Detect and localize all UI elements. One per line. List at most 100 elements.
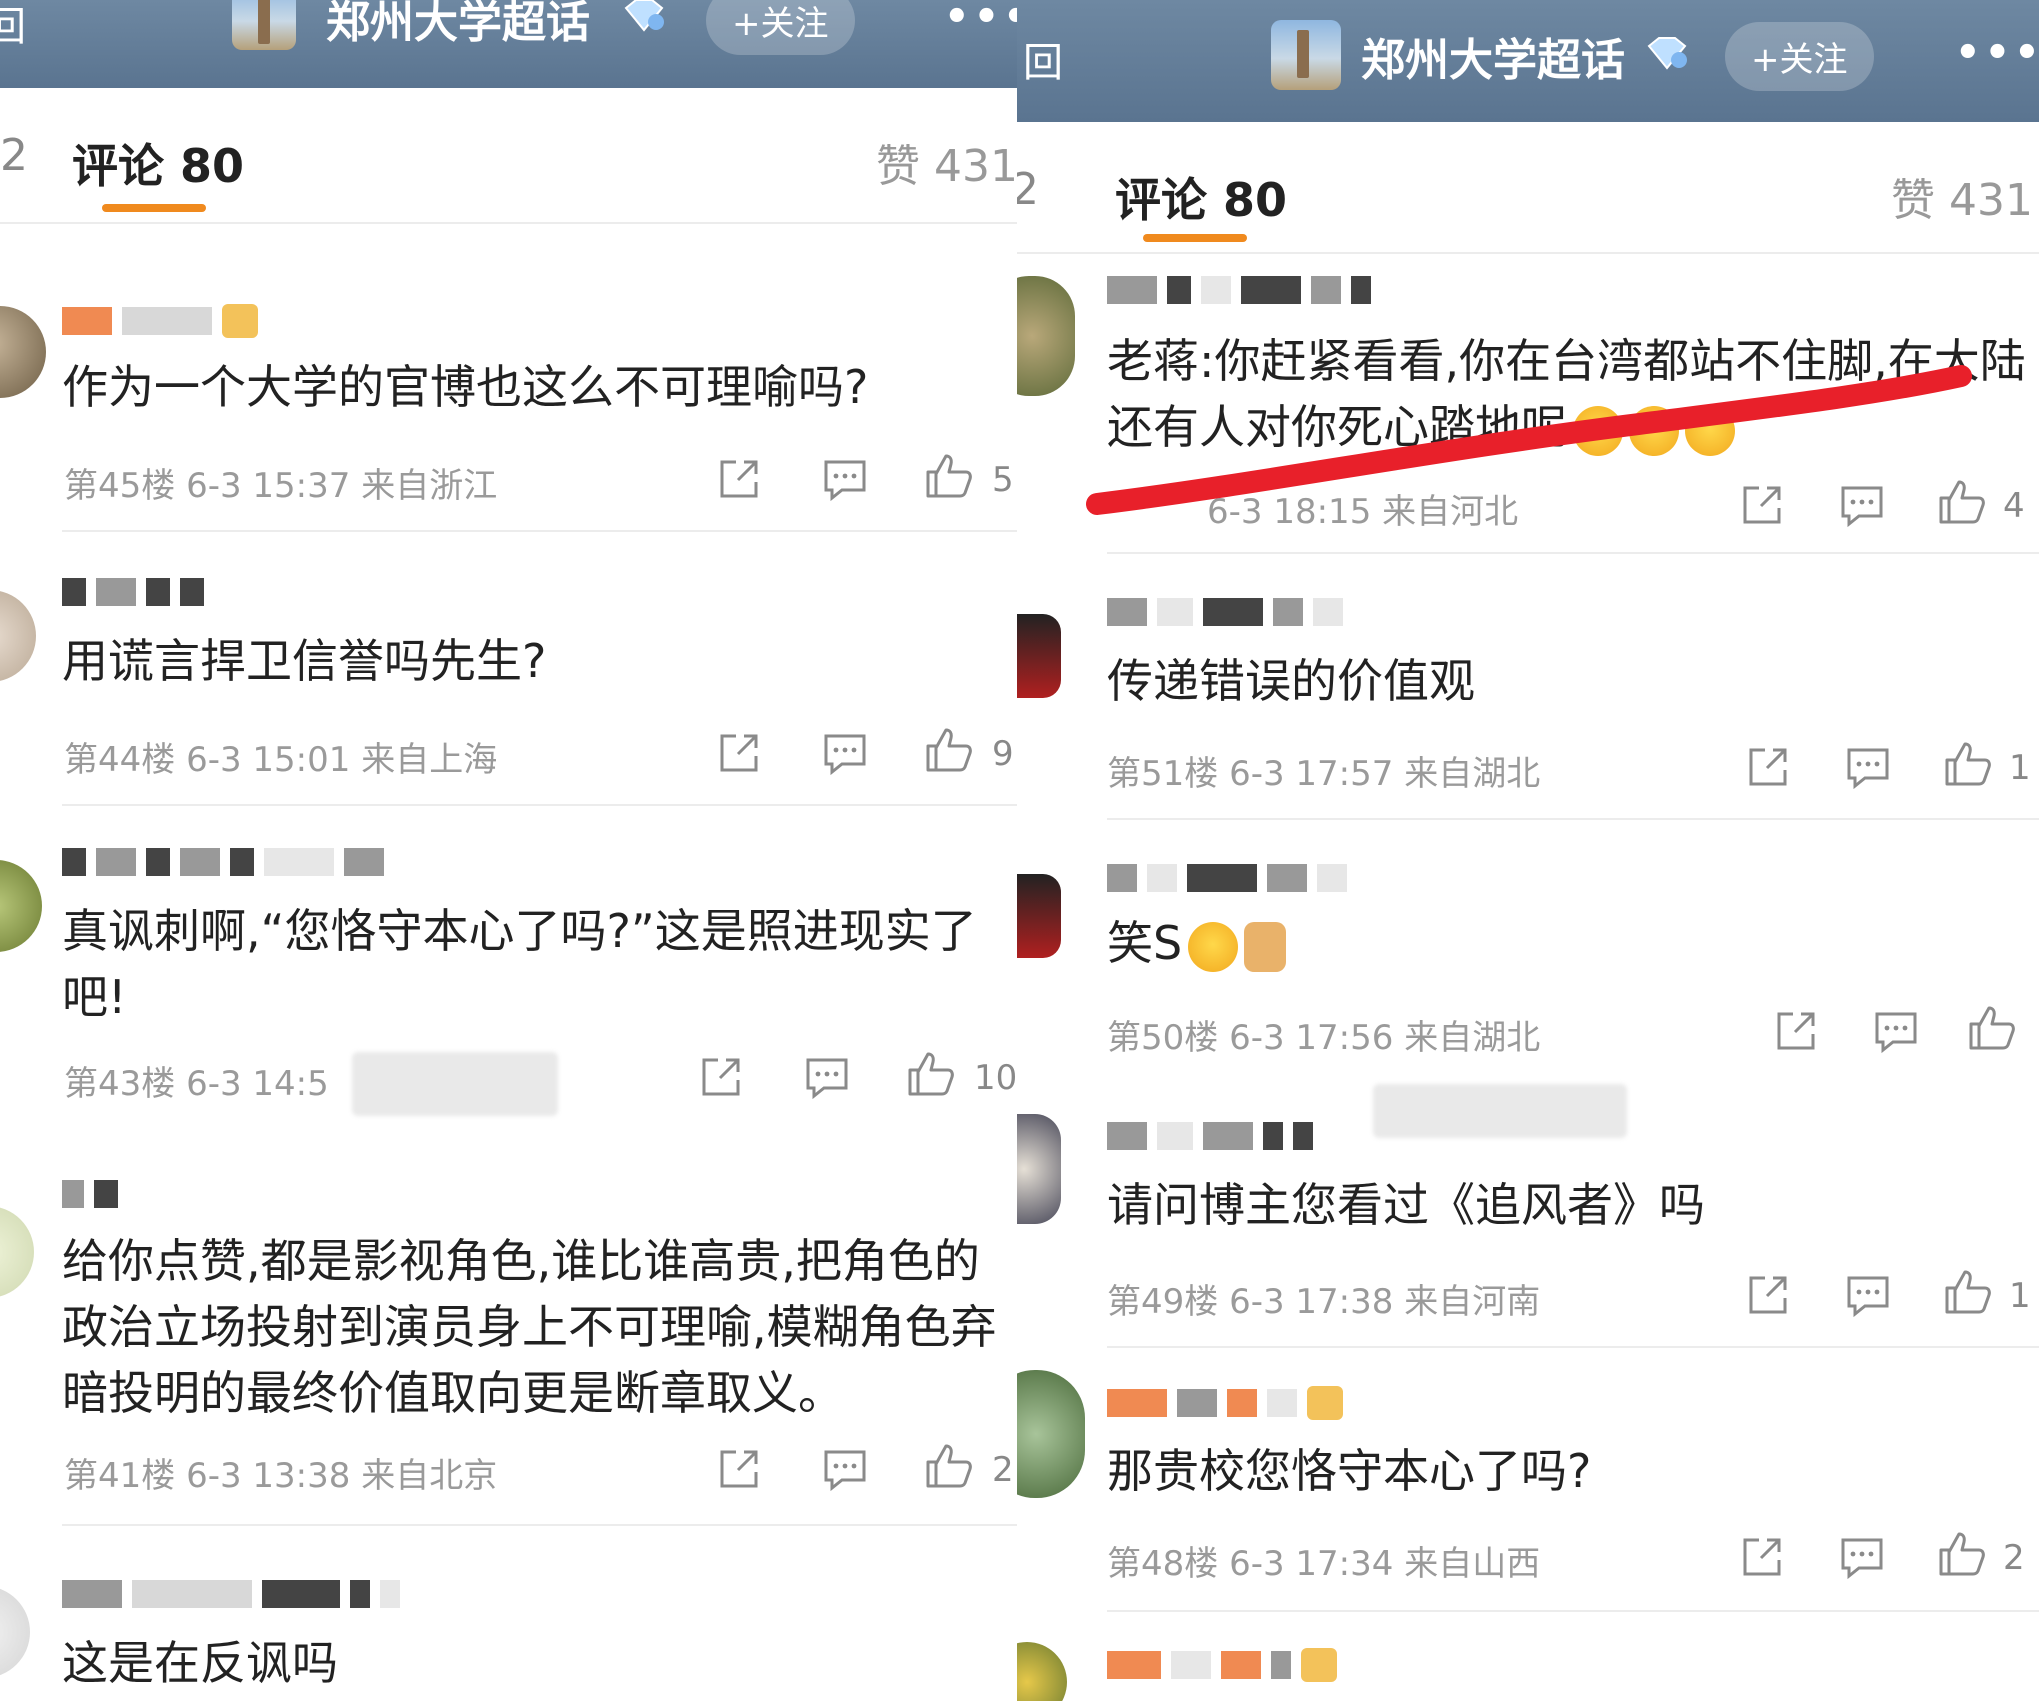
comment-location: 来自湖北: [1404, 1018, 1541, 1058]
avatar[interactable]: [0, 306, 46, 398]
red-annotation-stroke: [1086, 365, 1972, 515]
username-redacted[interactable]: [62, 1580, 410, 1620]
username-redacted[interactable]: [62, 578, 214, 618]
laughing-crying-icon: [1188, 921, 1239, 972]
username-redacted[interactable]: [62, 1180, 128, 1220]
username-redacted[interactable]: [1107, 1648, 1347, 1688]
avatar[interactable]: [0, 1586, 30, 1678]
verified-badge-icon: [624, 0, 664, 32]
comment-item: 用谎言捍卫信誉吗先生? 第44楼 6-3 15:01 来自上海 9: [0, 534, 1017, 806]
share-icon[interactable]: [698, 1054, 744, 1100]
share-icon[interactable]: [716, 730, 762, 776]
comment-date: 6-3 13:38: [186, 1456, 351, 1496]
comment-location: 来自北京: [361, 1456, 498, 1496]
thumbs-down-icon: [1244, 921, 1287, 972]
comment-meta: 第49楼 6-3 17:38 来自河南: [1107, 1274, 1540, 1323]
share-icon[interactable]: [1745, 1272, 1791, 1318]
thumbs-up-icon: [926, 1444, 972, 1488]
tab-likes[interactable]: 赞 431: [1891, 164, 2033, 228]
username-redacted[interactable]: [1107, 1122, 1323, 1162]
tab-reposts-count[interactable]: 2: [0, 130, 28, 181]
comment-date: 6-3 17:57: [1229, 754, 1394, 794]
comment-date: 6-3 14:5: [186, 1064, 329, 1104]
back-icon[interactable]: 回: [0, 0, 26, 52]
like-button[interactable]: 5: [924, 450, 1014, 500]
avatar[interactable]: [0, 590, 36, 682]
like-button[interactable]: 10: [906, 1048, 1017, 1098]
avatar[interactable]: [1017, 1370, 1085, 1498]
comment-text: 笑S: [1107, 910, 2037, 976]
reply-icon[interactable]: [822, 458, 868, 502]
like-count: 1: [2009, 1276, 2031, 1316]
like-button[interactable]: 9: [924, 724, 1014, 774]
comment-meta: 第41楼 6-3 13:38 来自北京: [64, 1448, 497, 1497]
thumbs-up-icon: [908, 1052, 954, 1096]
tab-reposts-count[interactable]: 2: [1017, 164, 1039, 215]
thumbs-up-icon: [1969, 1006, 2015, 1050]
username-redacted[interactable]: [62, 848, 394, 888]
share-icon[interactable]: [1773, 1008, 1819, 1054]
reply-icon[interactable]: [1873, 1010, 1919, 1054]
comment-text: 给你点赞,都是影视角色,谁比谁高贵,把角色的政治立场投射到演员身上不可理喻,模糊…: [62, 1234, 997, 1420]
follow-button[interactable]: +关注: [706, 0, 855, 55]
thumbs-up-icon: [1945, 1270, 1991, 1314]
share-icon[interactable]: [716, 1446, 762, 1492]
like-button[interactable]: 2: [924, 1440, 1014, 1490]
share-icon[interactable]: [1745, 744, 1791, 790]
reply-icon[interactable]: [822, 1448, 868, 1492]
tab-likes[interactable]: 赞 431: [876, 130, 1017, 194]
share-icon[interactable]: [1739, 1534, 1785, 1580]
reply-icon[interactable]: [1839, 1536, 1885, 1580]
avatar[interactable]: [1017, 614, 1061, 698]
tab-comments[interactable]: 评论 80: [1115, 164, 1287, 230]
like-button[interactable]: 1: [1943, 1266, 2039, 1316]
top-navigation-bar: 回 郑州大学超话 +关注 •••: [0, 0, 1017, 88]
comment-text: 请问博主您看过《追风者》吗: [1107, 1178, 1705, 1232]
comment-location: 来自山西: [1404, 1544, 1541, 1584]
floor-number: 第45楼: [64, 466, 176, 506]
comment-item: 真讽刺啊,“您恪守本心了吗?”这是照进现实了吧! 第43楼 6-3 14:5 1…: [0, 806, 1017, 1146]
comment-item: 传递错误的价值观 第51楼 6-3 17:57 来自湖北 1: [1017, 556, 2039, 820]
comment-text: 那贵校您恪守本心了吗?: [1107, 1444, 1592, 1498]
like-button[interactable]: [1967, 1002, 2027, 1052]
comment-item: 老蒋:你赶紧看看,你在台湾都站不住脚,在大陆还有人对你死心踏地呢 6-3 18:…: [1017, 254, 2039, 556]
reply-icon[interactable]: [1845, 1274, 1891, 1318]
share-icon[interactable]: [716, 456, 762, 502]
avatar[interactable]: [1017, 1642, 1067, 1701]
thumbs-up-icon: [926, 728, 972, 772]
reply-icon[interactable]: [822, 732, 868, 776]
username-redacted[interactable]: [62, 304, 268, 344]
username-redacted[interactable]: [1107, 598, 1353, 638]
redaction-blur: [1373, 1084, 1627, 1138]
like-button[interactable]: 2: [1937, 1528, 2037, 1578]
avatar[interactable]: [1017, 1114, 1061, 1224]
username-redacted[interactable]: [1107, 1386, 1353, 1426]
avatar[interactable]: [0, 1206, 34, 1298]
comment-item: 请问博主您看过《追风者》吗 第49楼 6-3 17:38 来自河南 1: [1017, 1084, 2039, 1348]
redaction-blur: [352, 1052, 558, 1116]
follow-button[interactable]: +关注: [1725, 22, 1874, 91]
floor-number: 第50楼: [1107, 1018, 1219, 1058]
avatar[interactable]: [0, 860, 42, 952]
avatar[interactable]: [1017, 276, 1075, 396]
like-button[interactable]: 1: [1943, 738, 2039, 788]
thumbs-up-icon: [1945, 742, 1991, 786]
comment-location: 来自上海: [361, 740, 498, 780]
avatar[interactable]: [1017, 874, 1061, 958]
more-options-icon[interactable]: •••: [1955, 30, 2039, 76]
tab-comments[interactable]: 评论 80: [72, 130, 244, 196]
comment-text: 真讽刺啊,“您恪守本心了吗?”这是照进现实了吧!: [62, 904, 977, 1024]
back-icon[interactable]: 回: [1023, 30, 1063, 88]
floor-number: 第51楼: [1107, 754, 1219, 794]
more-options-icon[interactable]: •••: [944, 0, 1017, 40]
comment-item: 给你点赞,都是影视角色,谁比谁高贵,把角色的政治立场投射到演员身上不可理喻,模糊…: [0, 1146, 1017, 1546]
reply-icon[interactable]: [1845, 746, 1891, 790]
supertopic-logo: [1271, 20, 1341, 90]
username-redacted[interactable]: [1107, 864, 1357, 904]
username-redacted[interactable]: [1107, 276, 1381, 316]
comment-item: 作为一个大学的官博也这么不可理喻吗? 第45楼 6-3 15:37 来自浙江 5: [0, 222, 1017, 534]
comment-text: 作为一个大学的官博也这么不可理喻吗?: [62, 360, 869, 414]
reply-icon[interactable]: [804, 1056, 850, 1100]
divider: [1107, 552, 2039, 554]
like-count: 5: [992, 460, 1014, 500]
